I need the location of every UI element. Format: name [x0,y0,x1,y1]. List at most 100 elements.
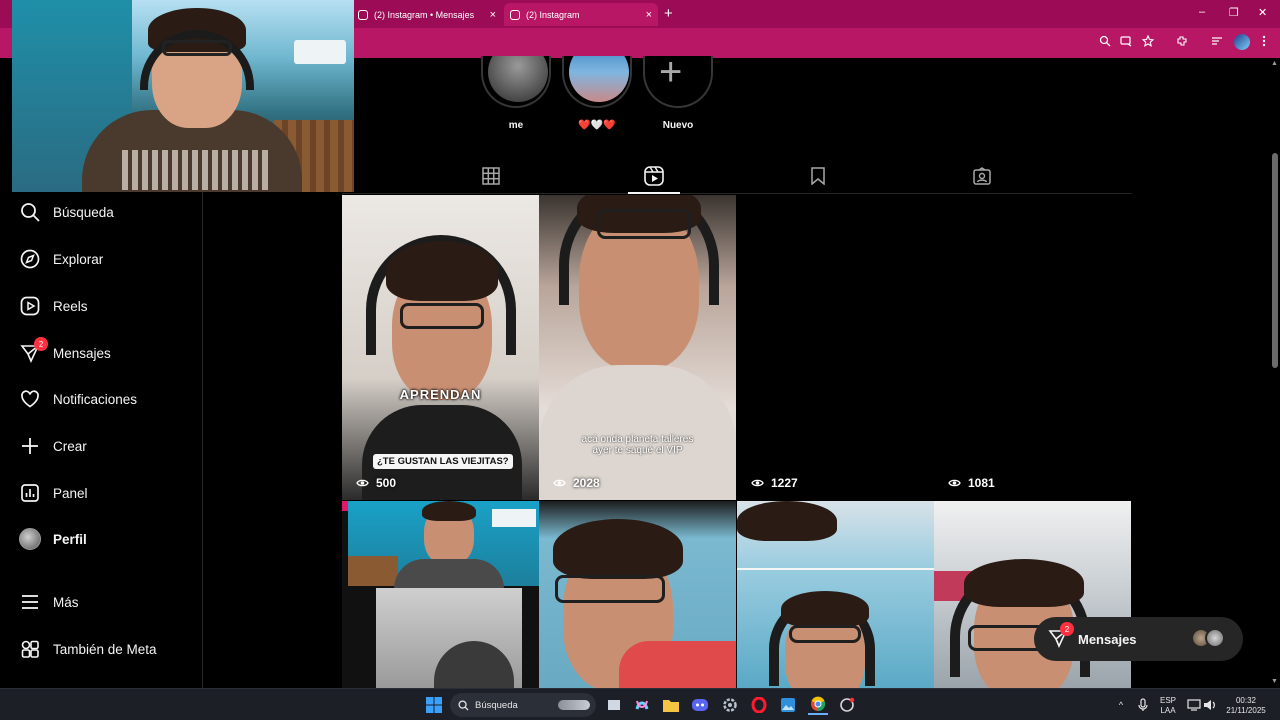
eye-icon [948,479,961,487]
new-tab-button[interactable]: + [664,5,673,22]
tab-saved[interactable] [806,164,830,188]
sidebar-item-label: Reels [53,298,88,314]
screen: (2) Instagram • Mensajes × (2) Instagram… [0,0,1280,720]
reel-caption-box: ¿TE GUSTAN LAS VIEJITAS? [373,454,513,469]
reel-caption: acá onda planeta talleres ayer te saqué … [581,434,694,456]
scrollbar-thumb[interactable] [1272,153,1278,368]
sidebar-item-label: Notificaciones [53,391,138,407]
language-line1: ESP [1159,696,1176,705]
sidebar-item-reels[interactable]: Reels [18,291,88,321]
reel-views: 500 [356,476,396,490]
messenger-icon: 2 [18,337,48,365]
taskbar-search[interactable]: Búsqueda [450,693,596,717]
bookmark-star-icon[interactable] [1141,34,1155,50]
tab-tagged[interactable] [970,164,994,188]
highlight-me[interactable]: me [481,56,551,131]
close-tab-icon[interactable]: × [646,9,652,21]
eye-icon [751,479,764,487]
messages-avatars [1191,628,1227,650]
maximize-button[interactable]: ❐ [1229,6,1239,19]
page-scrollbar[interactable]: ▲ ▼ [1270,58,1280,688]
reel-views: 1227 [751,476,798,490]
highlight-hearts[interactable]: ❤️🤍❤️ [562,56,632,131]
tab-posts-grid[interactable] [479,164,503,188]
extensions-icon[interactable] [1176,35,1188,50]
tab-instagram-mensajes[interactable]: (2) Instagram • Mensajes × [352,3,502,26]
reel-tile[interactable]: 1227 [737,195,934,500]
tab-label: (2) Instagram [526,9,580,20]
reel-tile[interactable]: acá onda planeta talleres ayer te saqué … [539,195,736,500]
grid-icon [482,167,500,185]
reel-tile[interactable]: 1081 [934,195,1131,500]
tagged-icon [973,167,991,185]
sidebar-item-explorar[interactable]: Explorar [18,244,103,274]
discord-icon[interactable] [690,695,710,715]
language-line2: LAA [1160,706,1176,715]
sidebar-item-label: Búsqueda [53,204,114,220]
reel-views: 1081 [948,476,995,490]
highlight-label: Nuevo [662,120,694,131]
profile-tabs [342,160,1132,194]
sidebar-item-crear[interactable]: Crear [18,431,87,461]
plus-icon [18,434,42,458]
sidebar-item-label: Crear [53,438,87,454]
sidebar-item-tambien-de-meta[interactable]: También de Meta [18,634,157,664]
reel-view-count: 500 [376,476,397,490]
opera-gx-icon[interactable] [749,695,769,715]
sidebar-item-label: Panel [53,485,88,501]
sidebar-item-mas[interactable]: Más [18,587,79,617]
file-explorer-icon[interactable] [661,695,681,715]
windows-start-icon[interactable] [424,695,444,715]
sidebar-item-busqueda[interactable]: Búsqueda [18,197,114,227]
sidebar-item-label: Explorar [53,251,104,267]
plus-icon: + [659,56,683,94]
highlight-new[interactable]: + Nuevo [643,56,713,131]
notification-badge: 2 [1060,622,1074,636]
dashboard-icon [18,481,42,505]
avatar [18,527,42,551]
sidebar-item-perfil[interactable]: Perfil [18,524,87,554]
copilot-icon[interactable] [632,695,652,715]
show-hidden-icons-chevron-icon[interactable]: ^ [1111,695,1131,715]
reel-view-count: 2028 [573,476,600,490]
language-indicator[interactable]: ESP LAA [1156,696,1180,716]
reel-view-count: 1081 [968,476,995,490]
browser-menu-icon[interactable] [1262,35,1266,50]
sidebar-nav: Búsqueda Explorar Reels 2 Mensajes Notif… [0,192,203,688]
reel-tile[interactable] [342,501,539,688]
messages-widget[interactable]: 2 Mensajes [1034,617,1243,661]
sidebar-item-panel[interactable]: Panel [18,478,88,508]
tab-label: (2) Instagram • Mensajes [374,9,475,20]
search-icon [458,699,469,711]
highlight-label: ❤️🤍❤️ [578,120,616,131]
reel-tile[interactable] [737,501,934,688]
sidebar-item-label: Más [53,594,79,610]
reel-caption: APRENDAN [399,387,482,402]
media-control-icon[interactable] [1211,35,1223,50]
install-app-icon[interactable] [1120,35,1132,50]
tab-instagram[interactable]: (2) Instagram × [504,3,658,26]
sidebar-item-mensajes[interactable]: 2 Mensajes [18,337,111,368]
reels-icon [18,294,42,318]
chrome-icon[interactable] [808,695,828,715]
reel-tile[interactable]: APRENDAN ¿TE GUSTAN LAS VIEJITAS? 500 [342,195,539,500]
avatar [1205,628,1225,648]
notification-badge: 2 [34,337,48,351]
tab-reels[interactable] [628,164,680,194]
volume-icon[interactable] [1200,695,1220,715]
task-view-icon[interactable] [604,695,624,715]
reel-tile[interactable] [539,501,736,688]
close-tab-icon[interactable]: × [490,9,496,21]
microphone-icon[interactable] [1133,695,1153,715]
close-window-button[interactable]: ✕ [1258,6,1267,19]
browser-profile-avatar[interactable] [1234,34,1250,50]
sidebar-item-notificaciones[interactable]: Notificaciones [18,384,137,414]
app-icon[interactable] [837,695,857,715]
reel-view-count: 1227 [771,476,798,490]
clock[interactable]: 00:32 21/11/2025 [1222,696,1270,716]
eye-icon [553,479,566,487]
zoom-icon[interactable] [1099,35,1111,50]
settings-gear-icon[interactable] [720,695,740,715]
photos-icon[interactable] [778,695,798,715]
minimize-button[interactable]: – [1199,6,1205,18]
